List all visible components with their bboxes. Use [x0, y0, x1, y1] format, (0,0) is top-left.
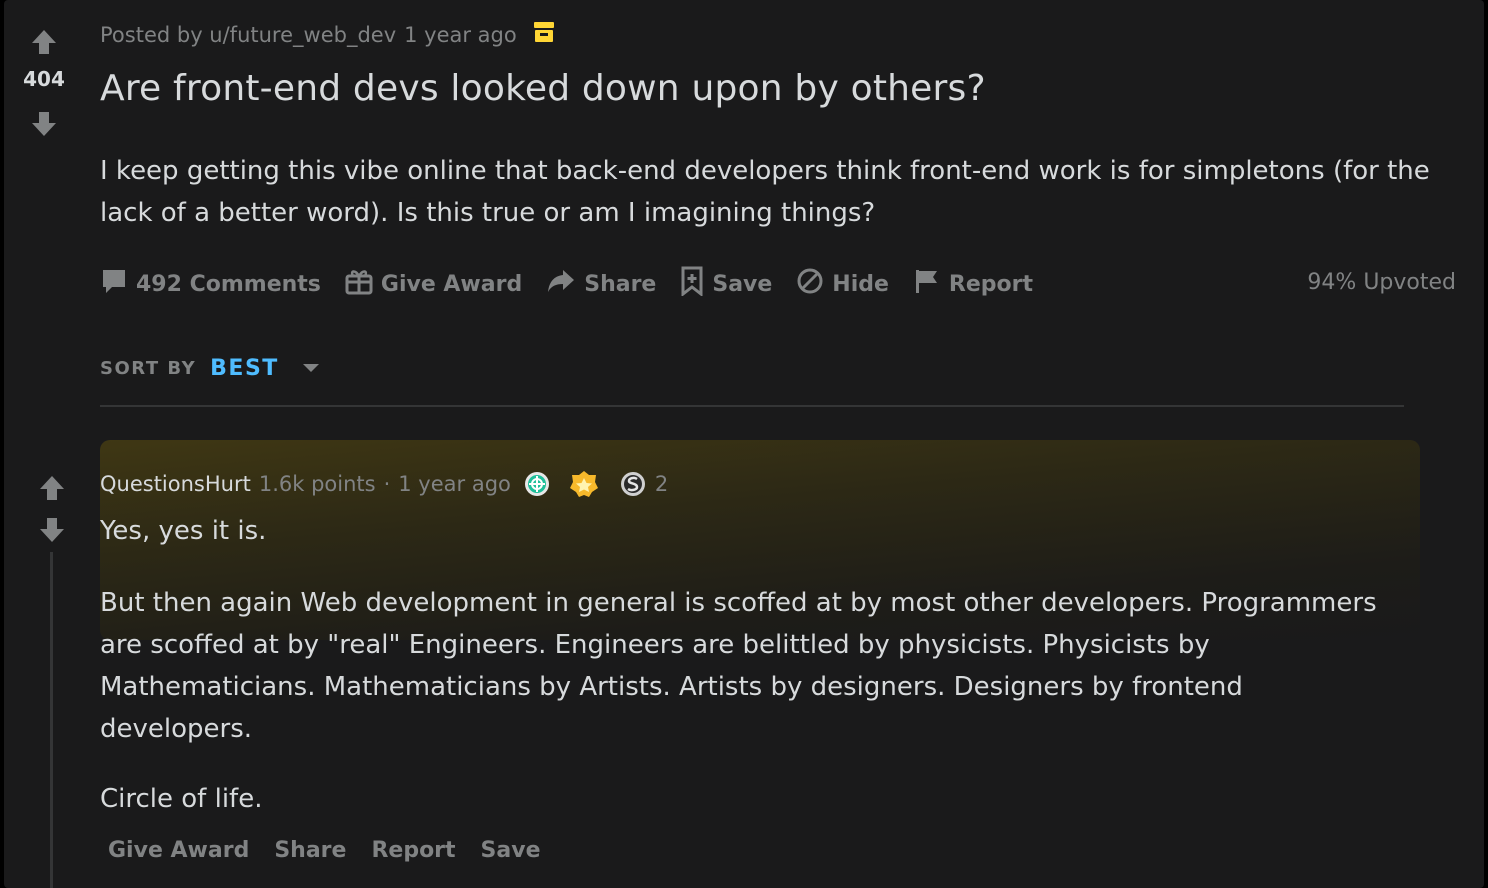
comment-author[interactable]: QuestionsHurt — [100, 472, 251, 496]
comment-downvote-icon[interactable] — [38, 516, 66, 548]
post-actions: 492 Comments Give Award Share Save Hide … — [100, 262, 1456, 306]
award-count: 2 — [654, 472, 669, 496]
comment-upvote-icon[interactable] — [38, 474, 66, 506]
sort-bar: SORT BY BEST — [100, 356, 321, 381]
post-title[interactable]: Are front-end devs looked down upon by o… — [100, 68, 986, 109]
comment-icon — [100, 267, 128, 301]
helpful-award-icon[interactable] — [523, 470, 551, 498]
hide-label: Hide — [832, 271, 889, 297]
comments-button[interactable]: 492 Comments — [100, 267, 321, 301]
comment-paragraph: Yes, yes it is. — [100, 516, 267, 546]
divider — [100, 405, 1404, 407]
comment-body: Yes, yes it is. But then again Web devel… — [100, 510, 1400, 820]
give-award-label: Give Award — [380, 271, 523, 297]
bookmark-icon — [680, 266, 704, 302]
post-body: I keep getting this vibe online that bac… — [100, 156, 1430, 228]
share-button[interactable]: Share — [546, 267, 656, 301]
sort-label: SORT BY — [100, 358, 197, 379]
share-label: Share — [584, 271, 657, 297]
post-container: 404 Posted by u/future_web_dev 1 year ag… — [4, 0, 1484, 888]
give-award-button[interactable]: Give Award — [345, 267, 522, 301]
archive-icon — [533, 20, 555, 49]
hide-button[interactable]: Hide — [796, 267, 889, 301]
comment-report-button[interactable]: Report — [371, 838, 455, 863]
meta-separator: · — [383, 472, 391, 496]
gold-award-icon[interactable] — [569, 470, 599, 498]
save-label: Save — [712, 271, 773, 297]
share-icon — [546, 267, 576, 301]
comment-points: 1.6k points — [258, 472, 376, 496]
gift-icon — [345, 267, 373, 301]
downvote-icon[interactable] — [30, 110, 58, 142]
hide-icon — [796, 267, 824, 301]
posted-by-author[interactable]: Posted by u/future_web_dev — [100, 23, 396, 47]
flag-icon — [913, 267, 941, 301]
sort-dropdown[interactable]: BEST — [210, 356, 279, 381]
upvote-ratio: 94% Upvoted — [1307, 270, 1456, 295]
silver-award-icon[interactable] — [619, 470, 647, 498]
comment-actions: Give Award Share Report Save — [108, 838, 541, 863]
chevron-down-icon[interactable] — [301, 359, 321, 378]
comment-header: QuestionsHurt 1.6k points · 1 year ago 2 — [100, 470, 668, 498]
comment-paragraph: But then again Web development in genera… — [100, 588, 1377, 744]
comment-time[interactable]: 1 year ago — [398, 472, 511, 496]
post-meta: Posted by u/future_web_dev 1 year ago — [100, 20, 555, 49]
comment-save-button[interactable]: Save — [481, 838, 541, 863]
comment-give-award-button[interactable]: Give Award — [108, 838, 249, 863]
comment-share-button[interactable]: Share — [274, 838, 346, 863]
upvote-icon[interactable] — [30, 28, 58, 60]
comments-label: 492 Comments — [136, 271, 321, 297]
thread-line[interactable] — [50, 552, 53, 888]
save-button[interactable]: Save — [680, 266, 772, 302]
post-score: 404 — [23, 67, 65, 91]
report-label: Report — [948, 271, 1034, 297]
comment-paragraph: Circle of life. — [100, 784, 263, 814]
post-time[interactable]: 1 year ago — [404, 23, 517, 47]
report-button[interactable]: Report — [913, 267, 1033, 301]
